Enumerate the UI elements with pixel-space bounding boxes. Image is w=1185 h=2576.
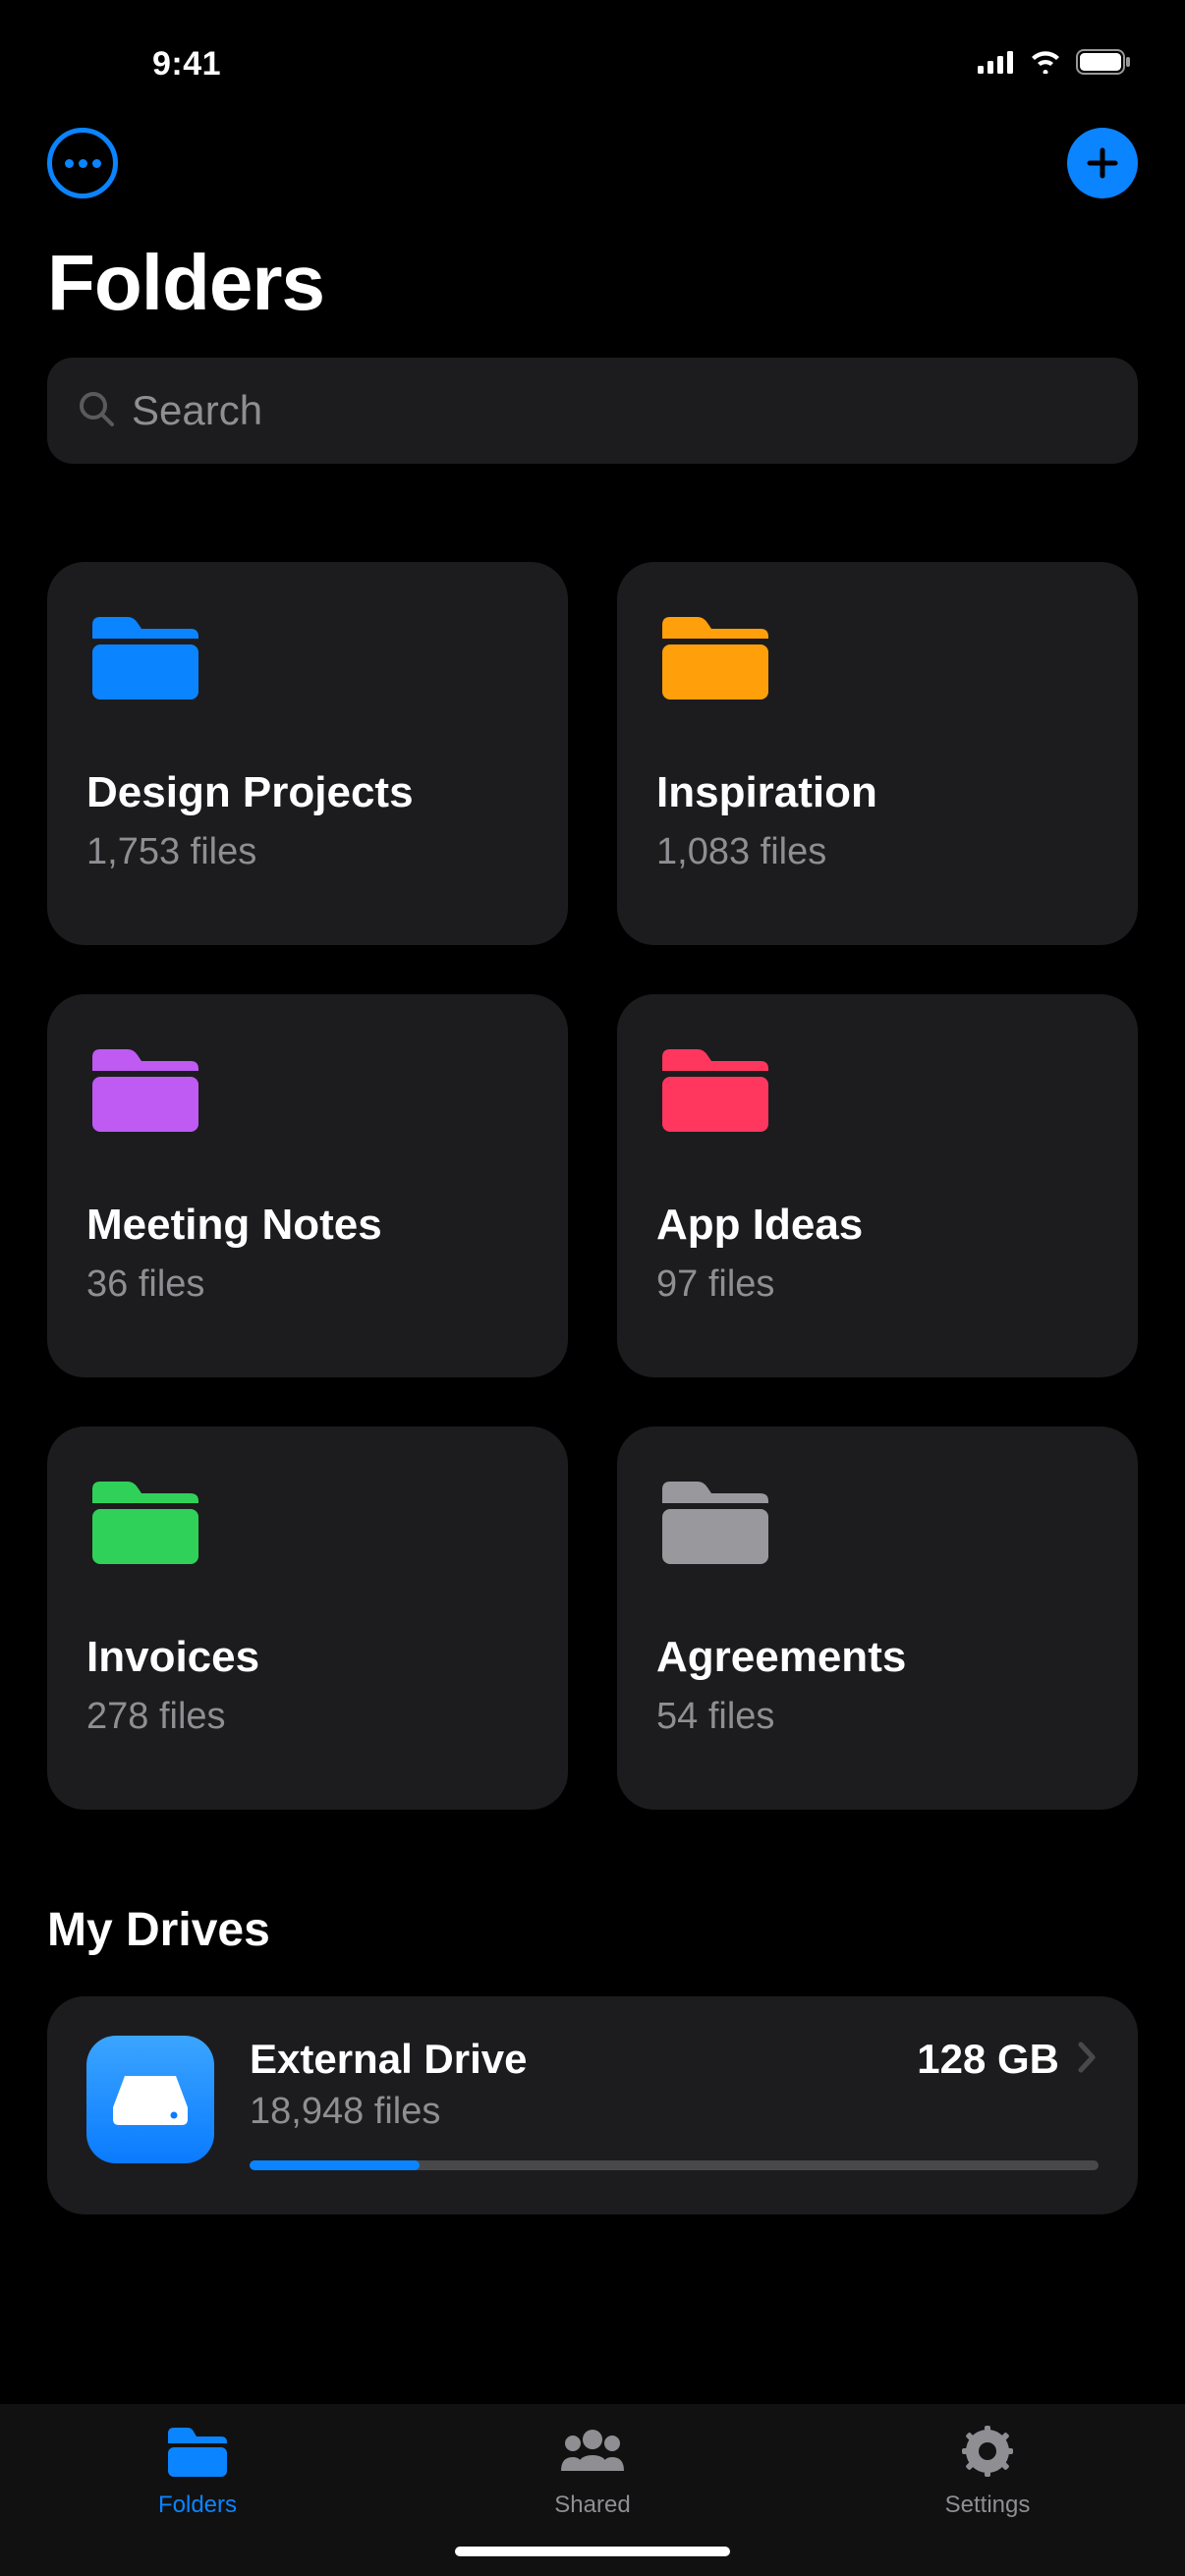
tab-folders[interactable]: Folders xyxy=(80,2424,315,2519)
tab-settings[interactable]: Settings xyxy=(870,2424,1105,2519)
folder-name: Design Projects xyxy=(86,768,529,817)
tab-shared[interactable]: Shared xyxy=(475,2424,710,2519)
ellipsis-icon xyxy=(65,159,74,168)
tab-label: Settings xyxy=(945,2492,1031,2519)
header-actions xyxy=(0,98,1185,198)
status-bar: 9:41 xyxy=(0,0,1185,98)
folder-count: 1,753 files xyxy=(86,831,529,873)
folder-card[interactable]: Invoices 278 files xyxy=(47,1427,568,1810)
folder-card[interactable]: Agreements 54 files xyxy=(617,1427,1138,1810)
gear-icon xyxy=(954,2424,1021,2484)
folder-icon xyxy=(656,1476,774,1569)
folder-name: App Ideas xyxy=(656,1201,1099,1250)
drive-card[interactable]: External Drive 128 GB 18,948 files xyxy=(47,1996,1138,2214)
status-icons xyxy=(978,49,1131,80)
tab-label: Folders xyxy=(158,2492,237,2519)
folder-icon xyxy=(656,611,774,704)
drives-section-title: My Drives xyxy=(0,1810,1185,1996)
search-placeholder: Search xyxy=(132,387,262,434)
more-button[interactable] xyxy=(47,128,118,198)
folder-card[interactable]: Inspiration 1,083 files xyxy=(617,562,1138,945)
folder-icon xyxy=(656,1043,774,1137)
folder-icon xyxy=(86,611,204,704)
folder-name: Meeting Notes xyxy=(86,1201,529,1250)
drive-badge xyxy=(86,2036,214,2163)
drive-info: External Drive 128 GB 18,948 files xyxy=(250,2036,1099,2170)
people-icon xyxy=(559,2424,626,2484)
drive-icon xyxy=(111,2070,190,2129)
tab-bar: Folders Shared Settings xyxy=(0,2404,1185,2576)
folder-count: 54 files xyxy=(656,1696,1099,1738)
drive-usage-bar xyxy=(250,2160,1099,2170)
home-indicator[interactable] xyxy=(455,2547,730,2556)
folder-count: 36 files xyxy=(86,1263,529,1306)
status-time: 9:41 xyxy=(152,45,221,84)
drive-files-count: 18,948 files xyxy=(250,2091,1099,2133)
battery-icon xyxy=(1076,49,1131,80)
folder-card[interactable]: App Ideas 97 files xyxy=(617,994,1138,1377)
folder-icon xyxy=(164,2424,231,2484)
folder-card[interactable]: Design Projects 1,753 files xyxy=(47,562,568,945)
folder-name: Agreements xyxy=(656,1633,1099,1682)
drive-usage-fill xyxy=(250,2160,420,2170)
folder-name: Inspiration xyxy=(656,768,1099,817)
wifi-icon xyxy=(1029,50,1062,79)
add-button[interactable] xyxy=(1067,128,1138,198)
drive-capacity: 128 GB xyxy=(917,2036,1059,2083)
folder-card[interactable]: Meeting Notes 36 files xyxy=(47,994,568,1377)
plus-icon xyxy=(1084,144,1121,182)
page-title: Folders xyxy=(0,198,1185,358)
search-icon xyxy=(77,389,116,433)
search-input[interactable]: Search xyxy=(47,358,1138,464)
folder-count: 97 files xyxy=(656,1263,1099,1306)
folder-count: 278 files xyxy=(86,1696,529,1738)
folder-name: Invoices xyxy=(86,1633,529,1682)
folder-icon xyxy=(86,1476,204,1569)
chevron-right-icon xyxy=(1077,2041,1099,2079)
cellular-icon xyxy=(978,50,1015,79)
tab-label: Shared xyxy=(554,2492,630,2519)
drive-name: External Drive xyxy=(250,2036,527,2083)
folder-count: 1,083 files xyxy=(656,831,1099,873)
folder-icon xyxy=(86,1043,204,1137)
folder-grid: Design Projects 1,753 files Inspiration … xyxy=(0,464,1185,1810)
